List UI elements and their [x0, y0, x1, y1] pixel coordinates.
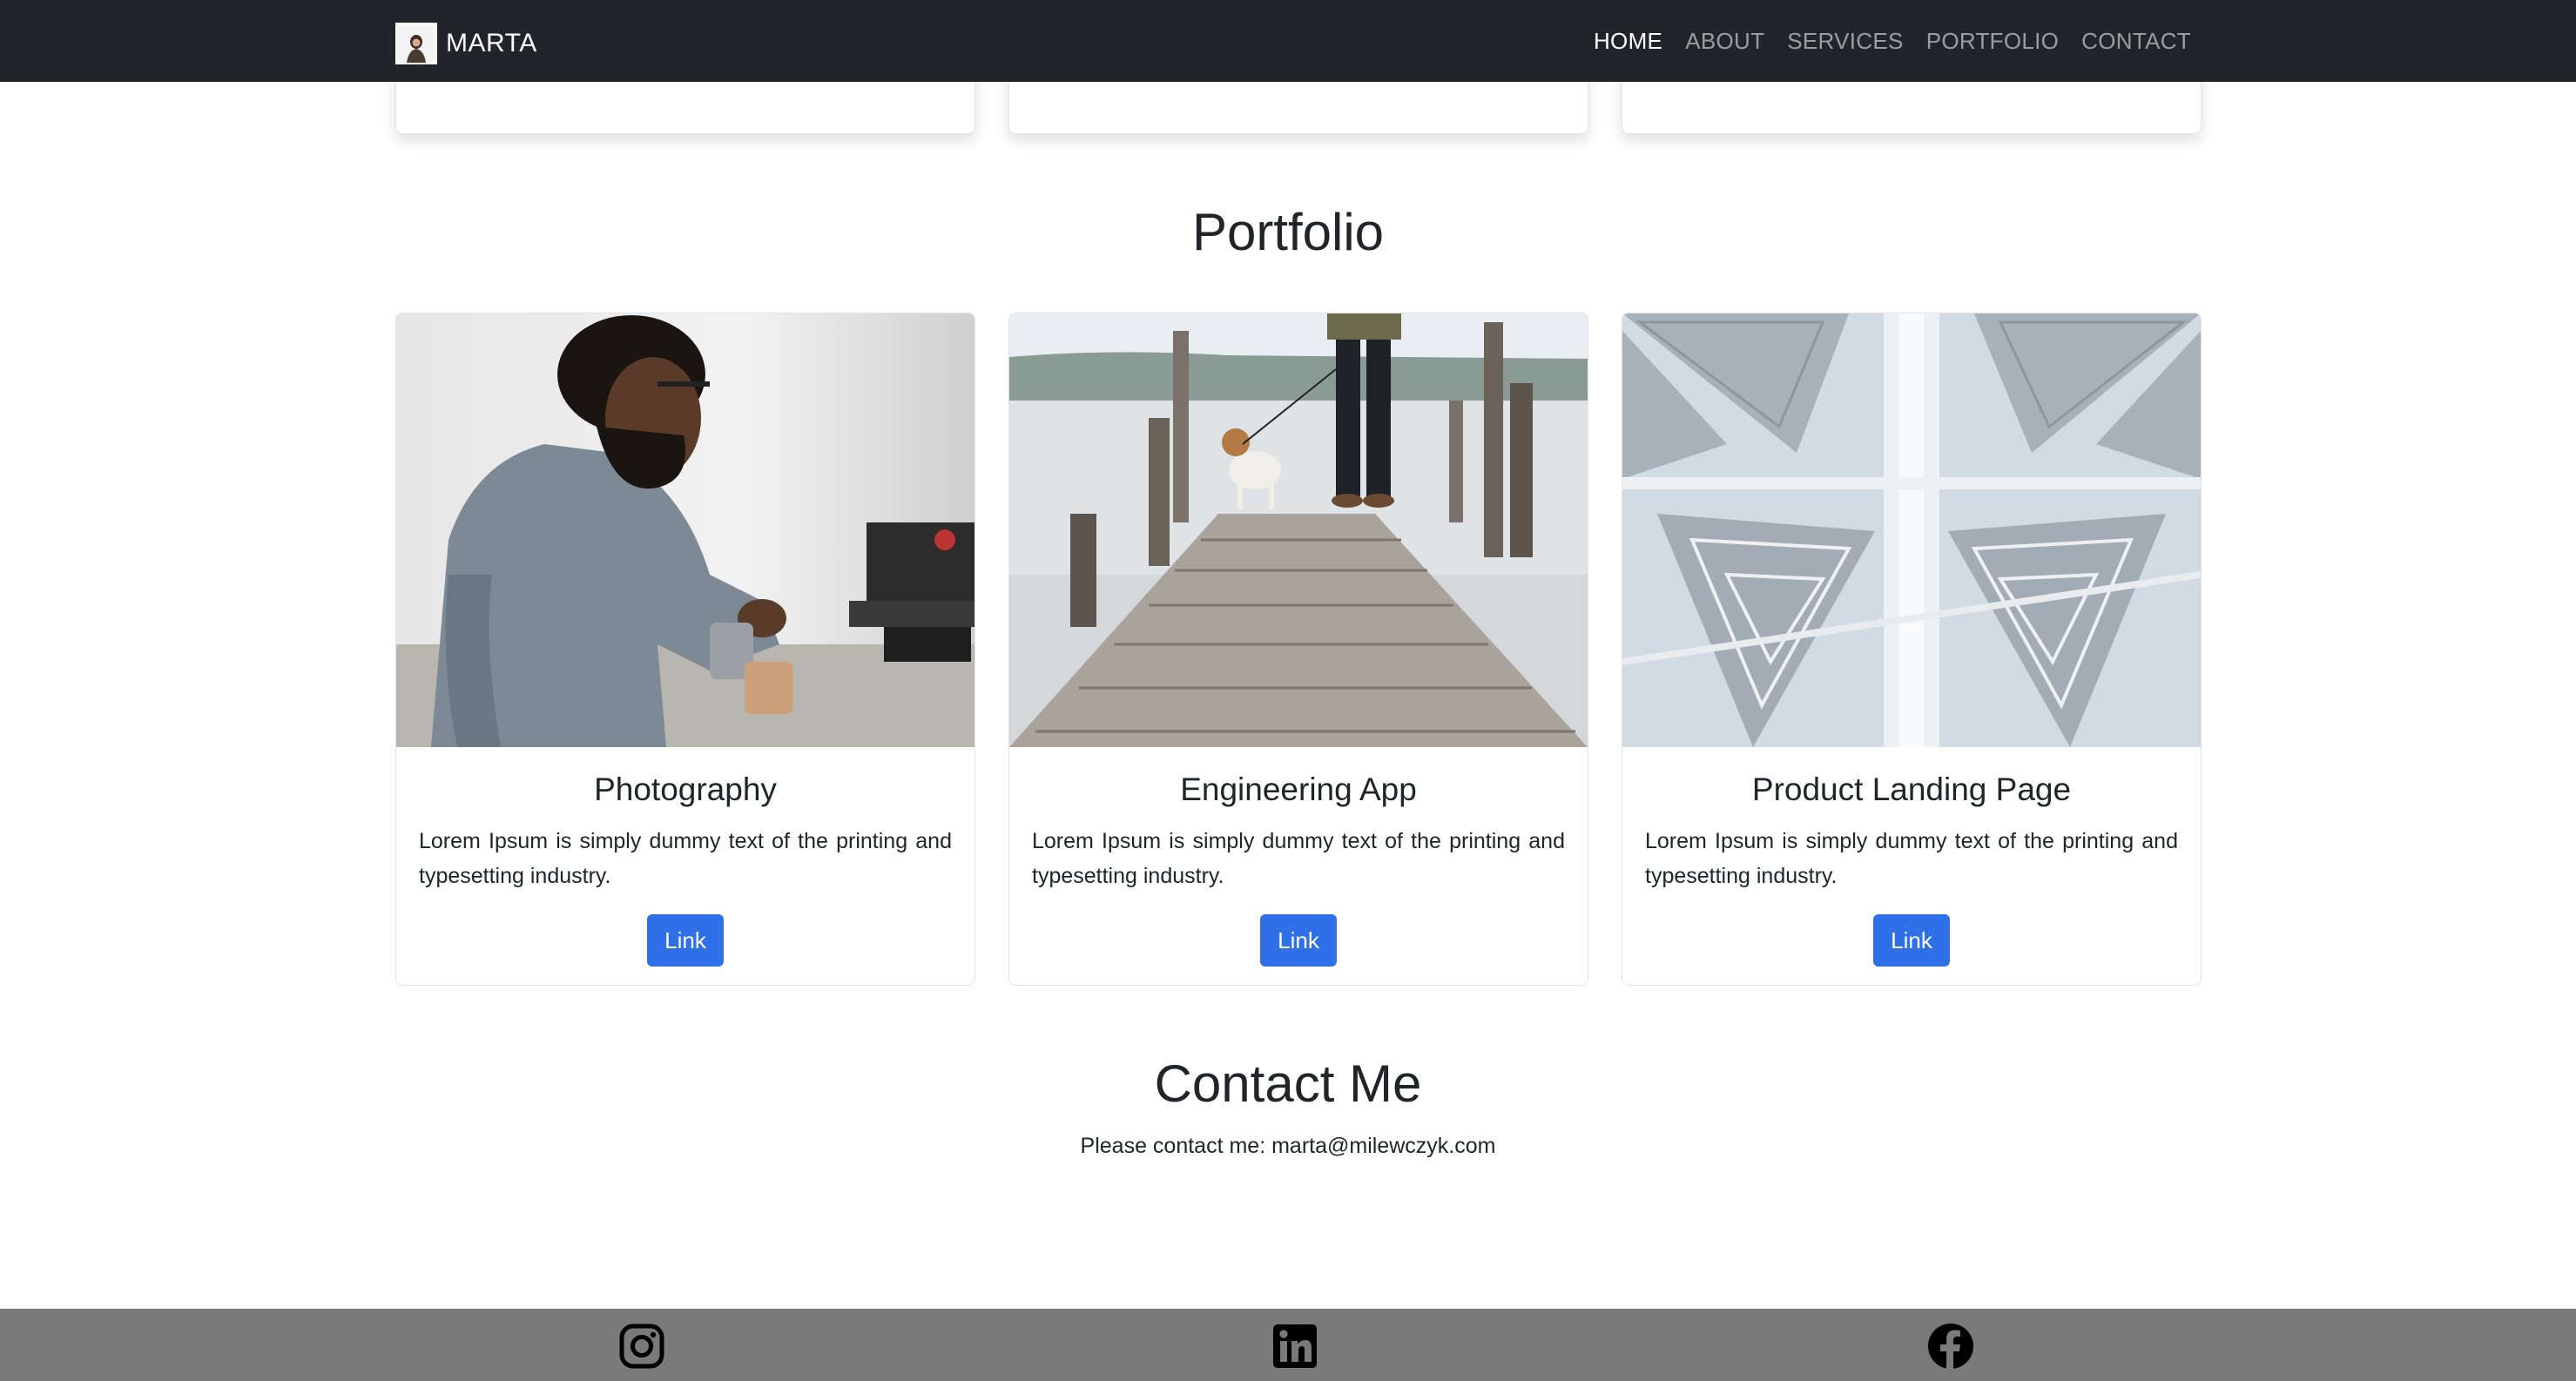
link-button[interactable]: Link	[1260, 914, 1337, 967]
contact-heading: Contact Me	[1154, 1054, 1422, 1113]
nav-link-home[interactable]: HOME	[1594, 28, 1662, 55]
navbar: MARTA HOME ABOUT SERVICES PORTFOLIO CONT…	[0, 0, 2576, 82]
card-text: Lorem Ipsum is simply dummy text of the …	[1645, 829, 2178, 888]
portfolio-card-photography: Photography Lorem Ipsum is simply dummy …	[395, 313, 975, 986]
card-title: Photography	[594, 771, 777, 807]
footer	[0, 1309, 2576, 1381]
nav-link-contact[interactable]: CONTACT	[2081, 28, 2191, 55]
nav-menu: HOME ABOUT SERVICES PORTFOLIO CONTACT	[1571, 0, 2191, 82]
instagram-icon[interactable]	[618, 1323, 665, 1370]
card-text: Lorem Ipsum is simply dummy text of the …	[419, 829, 952, 888]
portfolio-card-product-landing-page: Product Landing Page Lorem Ipsum is simp…	[1622, 313, 2202, 986]
nav-link-services[interactable]: SERVICES	[1787, 28, 1903, 55]
linkedin-icon[interactable]	[1271, 1323, 1318, 1370]
nav-link-portfolio[interactable]: PORTFOLIO	[1926, 28, 2059, 55]
card-title: Engineering App	[1180, 771, 1417, 807]
card-image-pier	[1009, 313, 1588, 747]
link-button[interactable]: Link	[647, 914, 724, 967]
brand-name: MARTA	[446, 29, 537, 57]
card-text: Lorem Ipsum is simply dummy text of the …	[1032, 829, 1565, 888]
contact-text: Please contact me: marta@milewczyk.com	[1080, 1134, 1496, 1158]
card-image-barista	[396, 313, 974, 747]
portfolio-heading: Portfolio	[1191, 203, 1385, 261]
brand-link[interactable]: MARTA	[395, 23, 537, 64]
portfolio-card-engineering-app: Engineering App Lorem Ipsum is simply du…	[1008, 313, 1588, 986]
card-image-fractal-structure	[1622, 313, 2201, 747]
brand-logo	[395, 23, 437, 64]
nav-link-about[interactable]: ABOUT	[1685, 28, 1764, 55]
card-title: Product Landing Page	[1751, 771, 2072, 807]
link-button[interactable]: Link	[1873, 914, 1950, 967]
facebook-icon[interactable]	[1927, 1323, 1974, 1370]
